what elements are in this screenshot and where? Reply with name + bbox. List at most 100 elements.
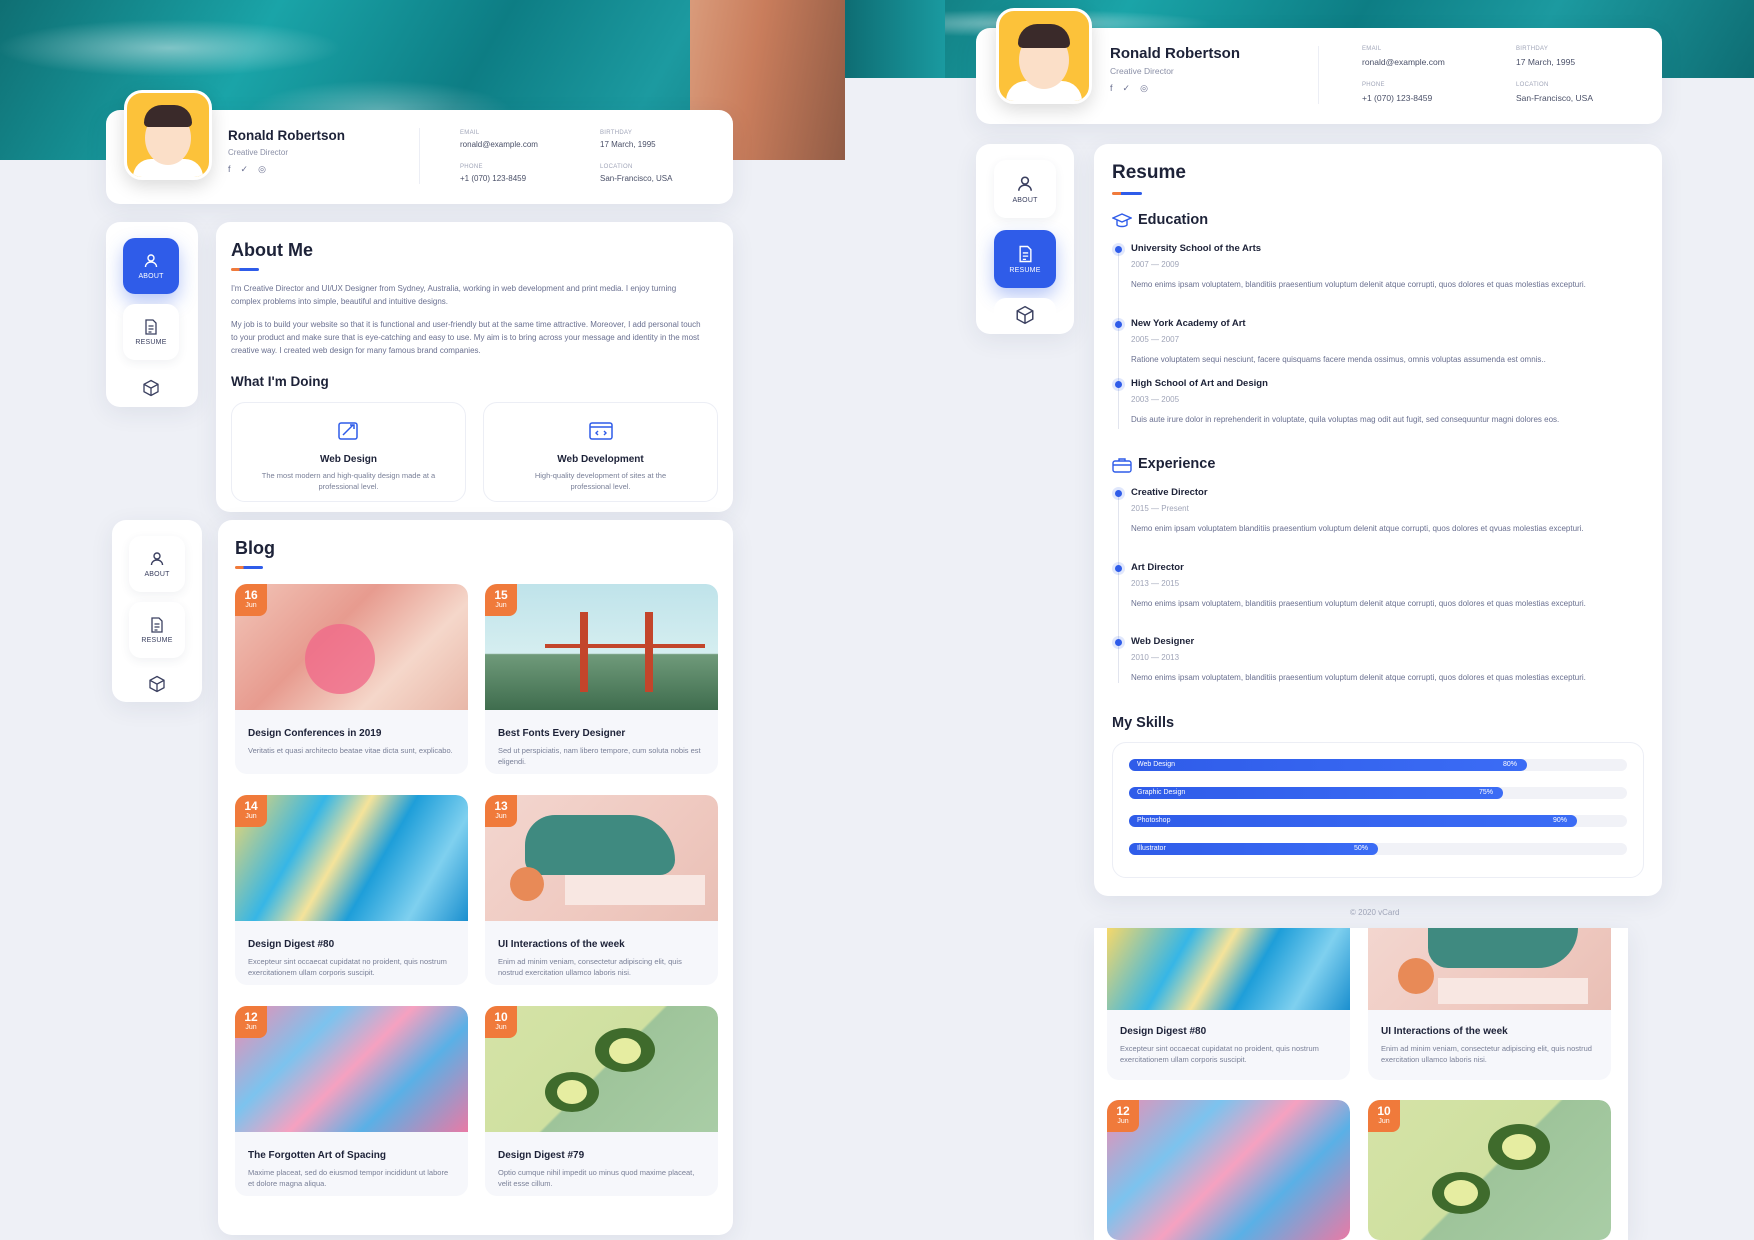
birthday-value: 17 March, 1995 [1516, 57, 1576, 67]
exp-title: Web Designer [1131, 636, 1195, 647]
phone-value[interactable]: +1 (070) 123-8459 [460, 174, 526, 183]
post-excerpt: Optio cumque nihil impedit uo minus quod… [498, 1168, 695, 1188]
phone-value[interactable]: +1 (070) 123-8459 [1362, 93, 1432, 103]
exp-years: 2013 — 2015 [1131, 579, 1180, 588]
birthday-label: BIRTHDAY [1516, 46, 1549, 52]
cube-icon [1016, 305, 1034, 325]
post-title[interactable]: UI Interactions of the week [1381, 1026, 1508, 1037]
post-title[interactable]: Design Digest #80 [1120, 1026, 1206, 1037]
skill-track: Photoshop 90% [1129, 815, 1627, 827]
post-excerpt: Maxime placeat, sed do eiusmod tempor in… [248, 1168, 449, 1188]
nav-works[interactable] [129, 668, 185, 700]
blog-post[interactable]: 12 Jun [1107, 1100, 1350, 1240]
experience-title: Experience [1138, 456, 1216, 472]
graduation-cap-icon [1112, 213, 1132, 228]
divider [1318, 46, 1319, 104]
cube-icon [149, 675, 165, 693]
service-web-development: Web Development High-quality development… [483, 402, 718, 502]
nav-about-label: ABOUT [138, 272, 164, 280]
profile-card: Ronald Robertson Creative Director f ✓ ◎… [976, 8, 1662, 124]
blog-post[interactable]: 14 Jun Design Digest #80 Excepteur sint o… [235, 795, 468, 985]
briefcase-icon [1112, 458, 1132, 473]
birthday-value: 17 March, 1995 [600, 140, 656, 149]
phone-label: PHONE [1362, 82, 1385, 88]
twitter-icon[interactable]: ✓ [241, 164, 249, 175]
nav-resume-label: RESUME [141, 636, 173, 644]
skill-percent: 80% [1503, 761, 1518, 768]
post-title[interactable]: Best Fonts Every Designer [498, 728, 625, 739]
exp-desc: Nemo enims ipsam voluptatem, blanditiis … [1131, 673, 1586, 682]
post-excerpt: Enim ad minim veniam, consectetur adipis… [498, 957, 682, 977]
skill-bar-fill: Graphic Design 75% [1129, 787, 1503, 799]
about-card: About Me I'm Creative Director and UI/UX… [216, 222, 733, 512]
nav-resume[interactable]: RESUME [123, 304, 179, 360]
title-underline [231, 268, 259, 271]
side-nav-2: ABOUT RESUME [112, 520, 202, 702]
post-image [485, 584, 718, 710]
blog-post[interactable]: 16 Jun Design Conferences in 2019 Veritat… [235, 584, 468, 774]
nav-works[interactable] [994, 298, 1056, 332]
post-image [235, 795, 468, 921]
social-links: f ✓ ◎ [1110, 83, 1148, 94]
nav-resume[interactable]: RESUME [994, 230, 1056, 288]
post-excerpt: Sed ut perspiciatis, nam libero tempore,… [498, 746, 701, 766]
education-title: Education [1138, 212, 1209, 228]
post-title[interactable]: The Forgotten Art of Spacing [248, 1150, 386, 1161]
facebook-icon[interactable]: f [228, 164, 231, 175]
email-label: EMAIL [1362, 46, 1382, 52]
nav-about[interactable]: ABOUT [994, 160, 1056, 218]
blog-card: Blog 16 Jun Design Conferences in 2019 Ve… [218, 520, 733, 1235]
post-date: 16 Jun [235, 584, 267, 616]
user-icon [1018, 175, 1032, 191]
nav-about-label: ABOUT [144, 570, 170, 578]
nav-resume[interactable]: RESUME [129, 602, 185, 658]
blog-post[interactable]: 10 Jun [1368, 1100, 1611, 1240]
birthday-label: BIRTHDAY [600, 130, 633, 136]
post-title[interactable]: Design Digest #80 [248, 939, 334, 950]
nav-works[interactable] [123, 370, 179, 406]
skill-bar-fill: Illustrator 50% [1129, 843, 1378, 855]
resume-card: Resume Education University School of th… [1094, 144, 1662, 896]
timeline-dot [1115, 639, 1122, 646]
post-excerpt: Veritatis et quasi architecto beatae vit… [248, 746, 453, 755]
blog-post[interactable]: 15 Jun Best Fonts Every Designer Sed ut p… [485, 584, 718, 774]
post-image [485, 1006, 718, 1132]
edu-years: 2003 — 2005 [1131, 395, 1180, 404]
nav-about[interactable]: ABOUT [129, 536, 185, 592]
post-title[interactable]: Design Conferences in 2019 [248, 728, 381, 739]
post-image [235, 584, 468, 710]
edu-years: 2007 — 2009 [1131, 260, 1180, 269]
doing-title: What I'm Doing [231, 374, 329, 389]
avatar [996, 8, 1092, 104]
exp-years: 2015 — Present [1131, 504, 1189, 513]
email-value[interactable]: ronald@example.com [1362, 57, 1445, 67]
side-nav: ABOUT RESUME [976, 144, 1074, 334]
blog-post[interactable]: 10 Jun Design Digest #79 Optio cumque nih… [485, 1006, 718, 1196]
edu-desc: Duis aute irure dolor in reprehenderit i… [1131, 415, 1560, 424]
facebook-icon[interactable]: f [1110, 83, 1113, 94]
timeline-dot [1115, 490, 1122, 497]
exp-desc: Nemo enim ipsam voluptatem blanditiis pr… [1131, 524, 1584, 533]
service-title: Web Design [319, 454, 378, 465]
twitter-icon[interactable]: ✓ [1123, 83, 1131, 94]
about-title: About Me [231, 240, 313, 260]
blog-post[interactable]: UI Interactions of the week Enim ad mini… [1368, 928, 1611, 1080]
nav-about[interactable]: ABOUT [123, 238, 179, 294]
instagram-icon[interactable]: ◎ [1140, 83, 1148, 94]
blog-post[interactable]: 13 Jun UI Interactions of the week Enim a… [485, 795, 718, 985]
service-desc: The most modern and high-quality design … [261, 471, 436, 491]
blog-post[interactable]: 12 Jun The Forgotten Art of Spacing Maxim… [235, 1006, 468, 1196]
blog-post[interactable]: Design Digest #80 Excepteur sint occaeca… [1107, 928, 1350, 1080]
post-excerpt: Enim ad minim veniam, consectetur adipis… [1381, 1044, 1592, 1064]
design-icon [337, 422, 358, 440]
skill-percent: 90% [1553, 817, 1568, 824]
blog-card-partial: Design Digest #80 Excepteur sint occaeca… [1094, 928, 1628, 1240]
service-desc: High-quality development of sites at the… [534, 471, 667, 491]
instagram-icon[interactable]: ◎ [258, 164, 266, 175]
post-title[interactable]: UI Interactions of the week [498, 939, 625, 950]
email-value[interactable]: ronald@example.com [460, 140, 538, 149]
post-title[interactable]: Design Digest #79 [498, 1150, 584, 1161]
post-date: 14 Jun [235, 795, 267, 827]
post-excerpt: Excepteur sint occaecat cupidatat no pro… [248, 957, 447, 977]
post-date: 10 Jun [485, 1006, 517, 1038]
